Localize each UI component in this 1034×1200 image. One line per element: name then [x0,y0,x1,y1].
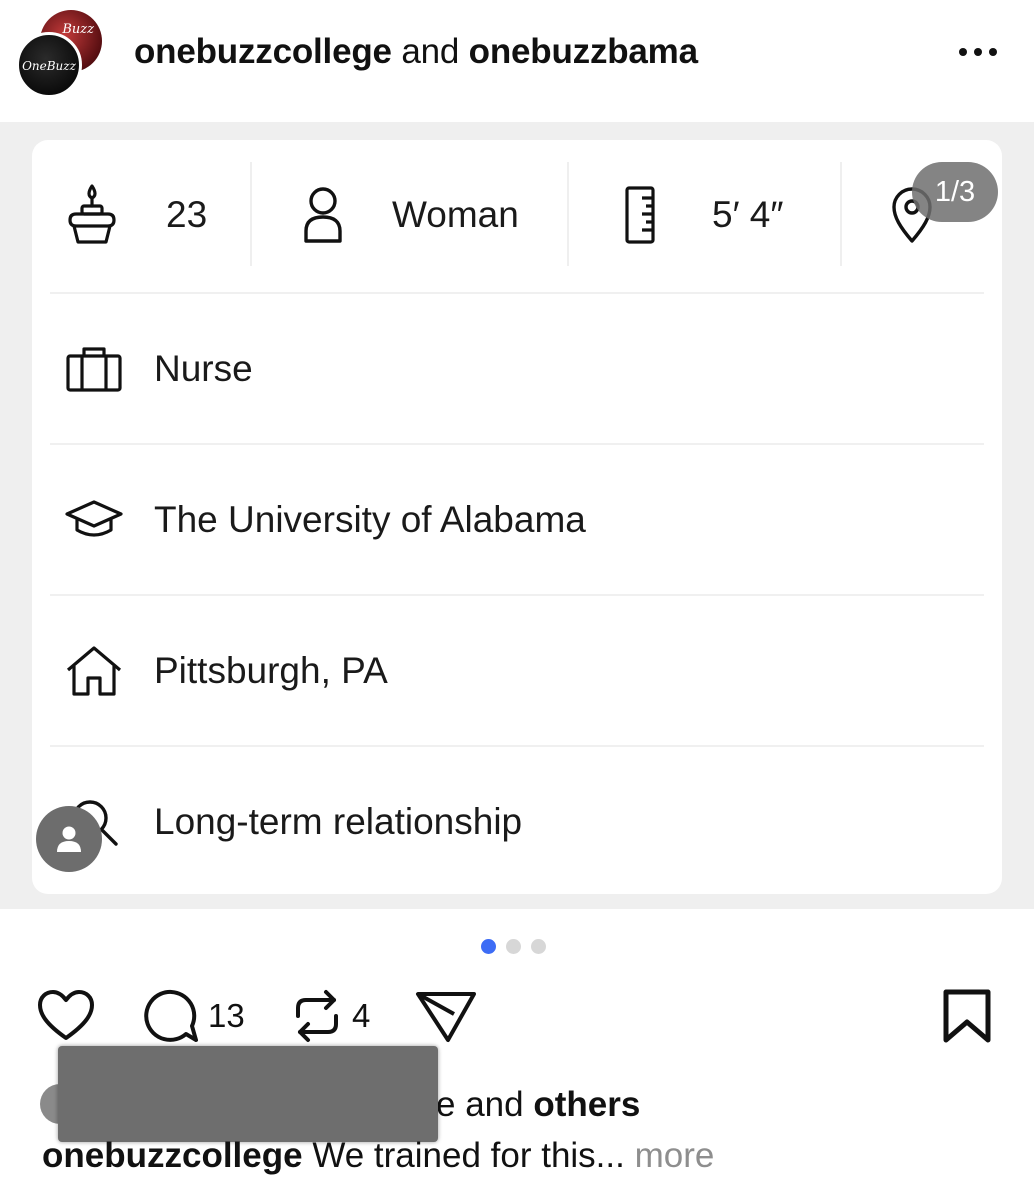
heart-icon [36,988,96,1044]
person-icon [300,183,346,247]
caption-username[interactable]: onebuzzcollege [42,1136,303,1175]
hometown-label: Pittsburgh, PA [154,650,388,691]
tagged-users-button[interactable] [36,806,102,872]
stat-gender: Woman [300,140,590,290]
briefcase-icon [62,337,126,401]
stat-height-value: 5′ 4″ [712,194,784,235]
comment-count: 13 [208,997,245,1034]
author-link-2[interactable]: onebuzzbama [469,32,698,71]
profile-stats-row: 23 Woman 5′ 4″ [32,140,1002,290]
detail-row-hometown: Pittsburgh, PA [32,596,1002,746]
post-header: Buzz OneBuzz onebuzzcollege and onebuzzb… [0,0,1034,122]
home-icon [62,639,126,703]
repost-button[interactable]: 4 [290,980,370,1052]
carousel-indicator [481,939,546,954]
graduation-cap-icon [62,488,126,552]
authors-joiner: and [391,32,469,71]
repost-icon [290,986,344,1046]
education-label: The University of Alabama [154,499,586,540]
profile-card: 23 Woman 5′ 4″ Nurse The University of A… [32,140,1002,894]
detail-row-occupation: Nurse [32,294,1002,444]
carousel-dot-active [481,939,496,954]
carousel-dot [506,939,521,954]
redaction-overlay [58,1046,438,1142]
repost-count: 4 [352,997,371,1034]
stat-divider [250,162,252,266]
stat-gender-value: Woman [392,194,519,235]
detail-row-intent: Long-term relationship [32,747,1002,894]
onebuzzcollege-avatar[interactable]: OneBuzz [16,32,82,98]
likes-text-fragment: e and [436,1085,534,1124]
bookmark-icon [940,986,994,1046]
send-paper-plane-icon [414,986,478,1046]
birthday-cake-icon [62,180,122,250]
carousel-dot [531,939,546,954]
detail-row-education: The University of Alabama [32,445,1002,595]
intent-label: Long-term relationship [154,801,523,842]
share-button[interactable] [414,980,478,1052]
stat-age: 23 [62,140,272,290]
post-caption: onebuzzcollege We trained for this... mo… [42,1136,714,1176]
carousel-counter: 1/3 [912,162,998,222]
occupation-label: Nurse [154,348,253,389]
user-tag-icon [54,824,84,854]
avatar-back-logo-text: Buzz [62,22,94,37]
likes-others-link[interactable]: others [533,1085,640,1124]
post-media[interactable]: 23 Woman 5′ 4″ Nurse The University of A… [0,122,1034,909]
more-options-icon[interactable] [952,38,1004,66]
save-button[interactable] [940,980,994,1052]
ruler-icon [622,182,658,248]
caption-text: We trained for this... [302,1136,635,1175]
comment-bubble-icon [140,986,200,1046]
avatar-front-logo-text: OneBuzz [22,59,76,73]
author-link-1[interactable]: onebuzzcollege [134,32,392,71]
stat-divider [567,162,569,266]
likes-text: e and others [436,1085,640,1125]
stat-age-value: 23 [166,194,208,235]
comment-button[interactable]: 13 [140,980,245,1052]
caption-more-link[interactable]: more [635,1136,715,1175]
post-authors: onebuzzcollege and onebuzzbama [134,32,698,72]
collab-avatars[interactable]: Buzz OneBuzz [16,10,108,98]
stat-height: 5′ 4″ [622,140,852,290]
like-button[interactable] [36,980,96,1052]
stat-divider [840,162,842,266]
